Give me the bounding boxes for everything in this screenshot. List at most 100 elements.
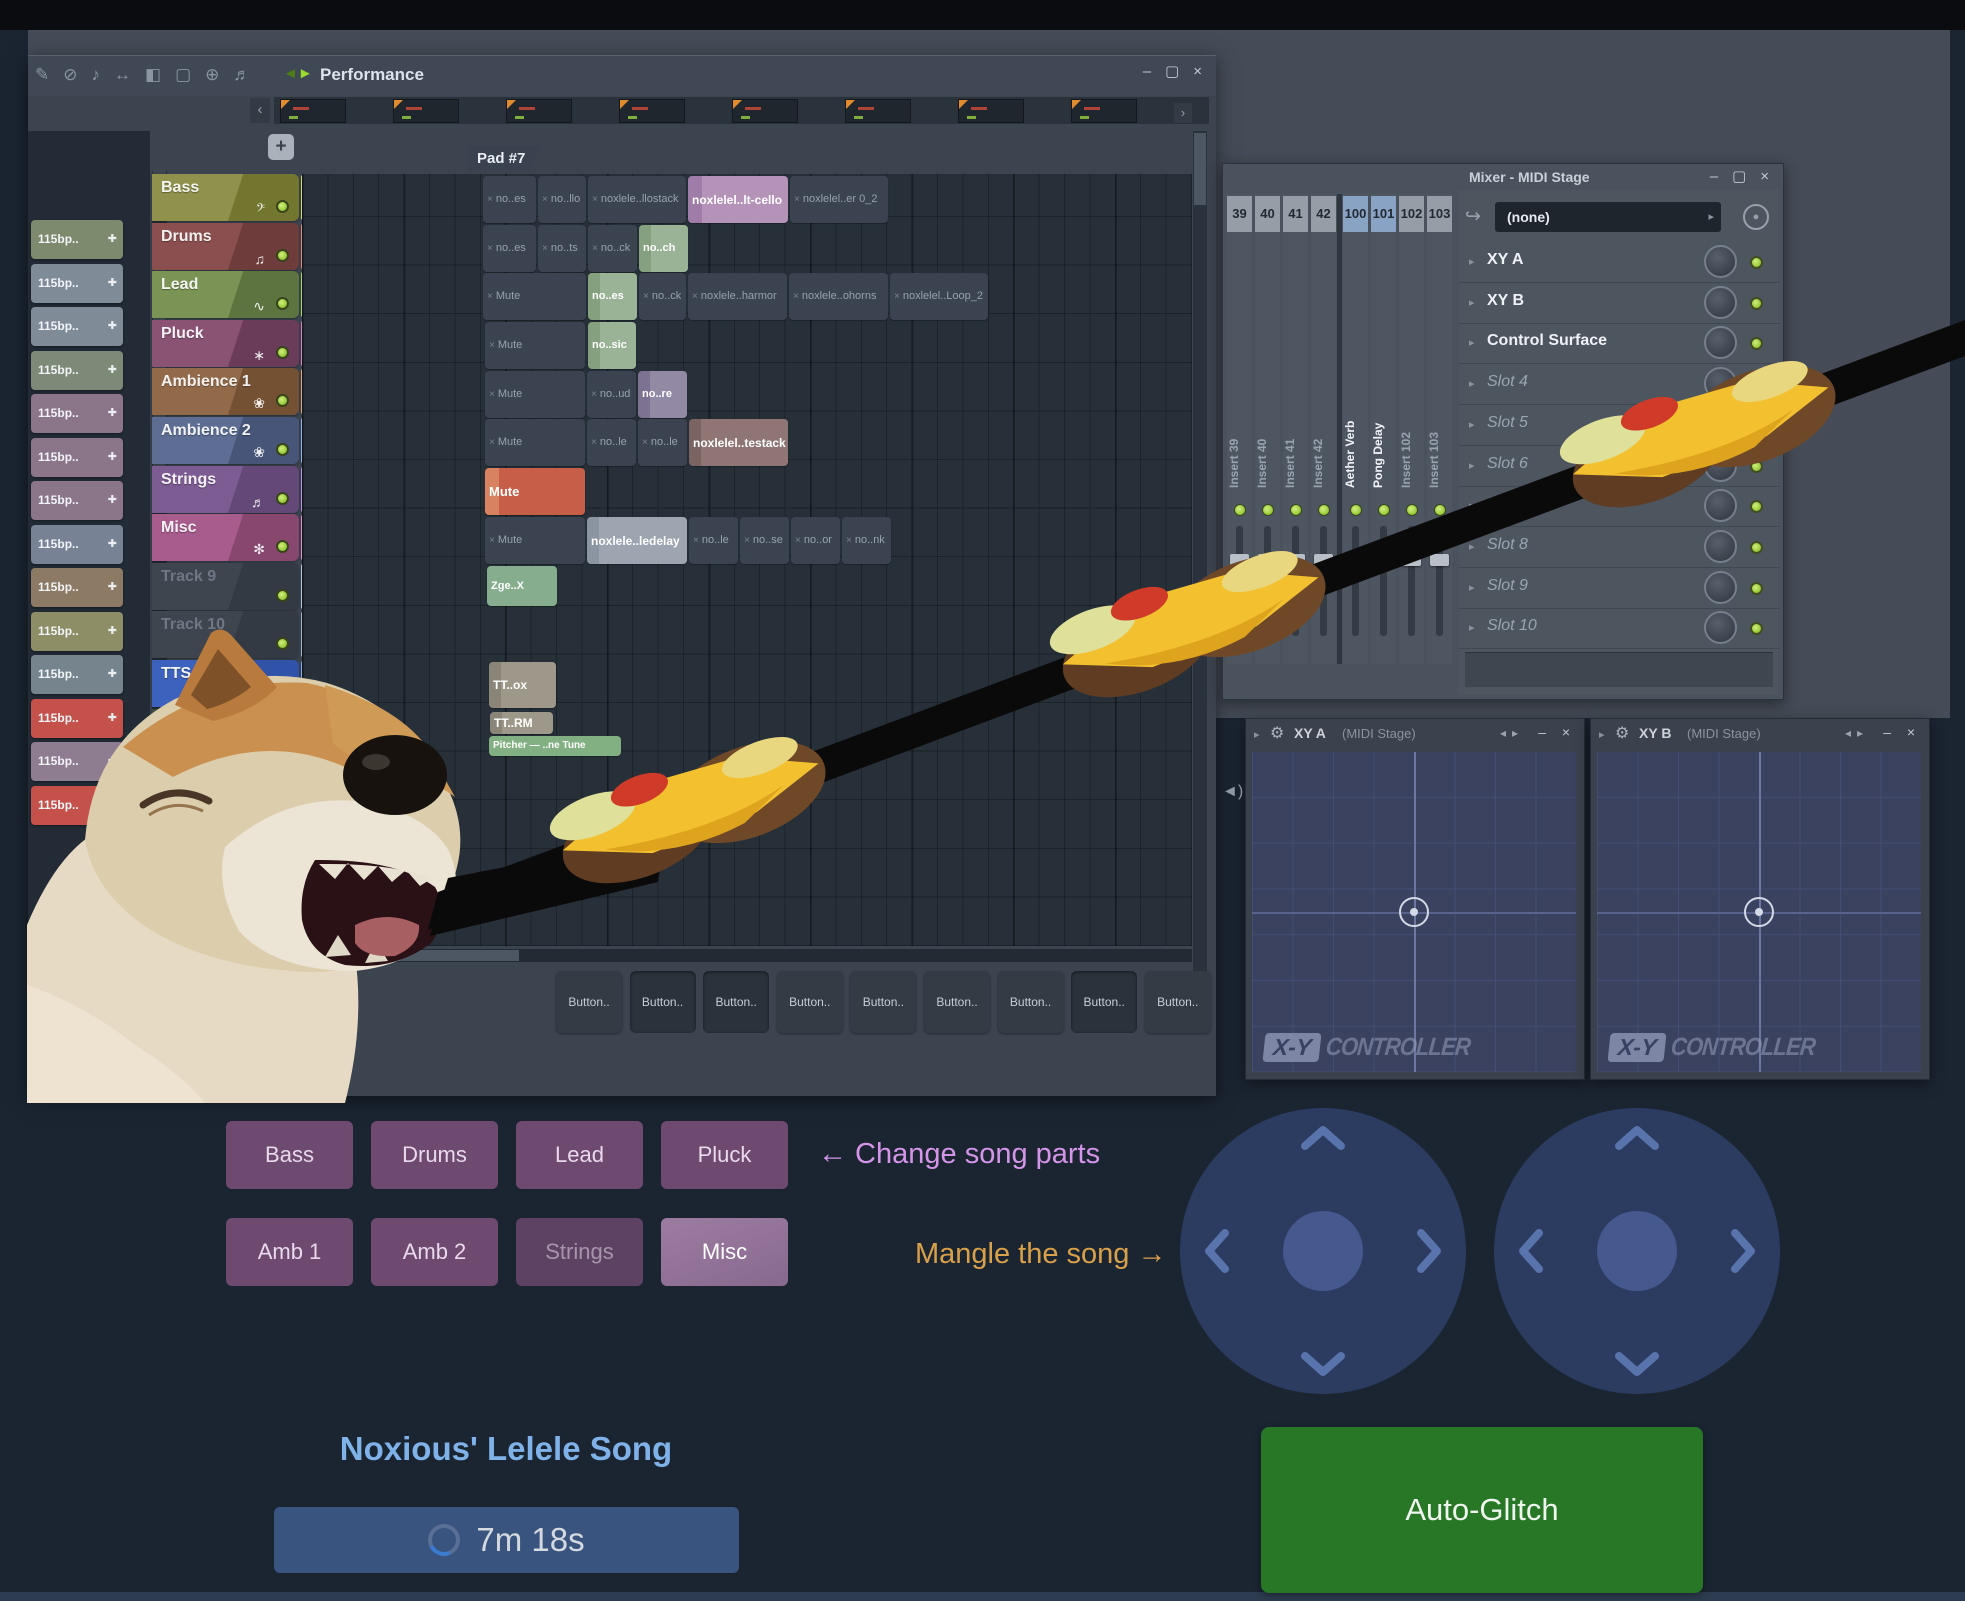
part-button-lead[interactable]: Lead	[516, 1121, 643, 1189]
track-mute-led[interactable]	[276, 443, 289, 456]
close-icon[interactable]: ×	[1193, 63, 1204, 80]
fl-button[interactable]: Button..	[1071, 971, 1137, 1033]
fader-handle[interactable]	[1430, 554, 1449, 566]
fl-button[interactable]: Button..	[998, 971, 1064, 1033]
strip-fader[interactable]	[1236, 526, 1243, 636]
slot-knob[interactable]	[1704, 489, 1737, 522]
pattern-thumbnail[interactable]	[732, 99, 798, 123]
sample-item[interactable]: 115bp..✚	[31, 307, 123, 346]
assign-icon[interactable]: ↪	[1465, 205, 1481, 228]
chevron-left-icon[interactable]	[1517, 1229, 1543, 1273]
chevron-right-icon[interactable]	[1417, 1229, 1443, 1273]
track-header-ambience-1[interactable]: Ambience 1❀	[152, 368, 299, 415]
sample-item[interactable]: 115bp..✚	[31, 525, 123, 564]
pattern-nav-right-icon[interactable]: ›	[1174, 103, 1192, 123]
pattern-thumbnail[interactable]	[958, 99, 1024, 123]
part-button-strings[interactable]: Strings	[516, 1218, 643, 1286]
strip-fader[interactable]	[1320, 526, 1327, 636]
pattern-thumbnail[interactable]	[845, 99, 911, 123]
fl-button[interactable]: Button..	[850, 971, 916, 1033]
pattern-thumbnail[interactable]	[506, 99, 572, 123]
pattern-thumbnail[interactable]	[1071, 99, 1137, 123]
sample-item[interactable]: 115bp..✚	[31, 786, 123, 825]
slot-knob[interactable]	[1704, 286, 1737, 319]
track-header-bass[interactable]: Bass𝄢	[152, 174, 299, 221]
draw-icon[interactable]: ✎	[35, 65, 49, 85]
strip-led[interactable]	[1262, 504, 1274, 516]
fader-handle[interactable]	[1314, 554, 1333, 566]
track-mute-led[interactable]	[276, 492, 289, 505]
strip-led[interactable]	[1290, 504, 1302, 516]
pattern-thumbnail[interactable]	[280, 99, 346, 123]
minimize-icon[interactable]: –	[1710, 168, 1720, 185]
track-mute-led[interactable]	[276, 297, 289, 310]
strip-fader[interactable]	[1436, 526, 1443, 636]
xy-crosshair[interactable]	[1399, 897, 1429, 927]
track-header-track-10[interactable]: Track 10	[152, 611, 299, 658]
gear-icon[interactable]: ⚙	[1270, 723, 1284, 743]
mixer-strip-101[interactable]: 101Pong Delay	[1371, 194, 1396, 664]
track-header-lead[interactable]: Lead∿	[152, 271, 299, 318]
mixer-strip-39[interactable]: 39Insert 39	[1227, 194, 1252, 664]
slot-led[interactable]	[1750, 500, 1763, 513]
strip-fader[interactable]	[1380, 526, 1387, 636]
dpad-right[interactable]	[1494, 1108, 1780, 1394]
pattern-nav-left-icon[interactable]: ‹	[250, 98, 270, 123]
sample-item[interactable]: 115bp..✚	[31, 568, 123, 607]
scrollbar-thumb[interactable]	[1194, 133, 1206, 205]
strip-led[interactable]	[1234, 504, 1246, 516]
fl-button[interactable]: Button..	[1145, 971, 1211, 1033]
dpad-center-knob[interactable]	[1283, 1211, 1363, 1291]
sample-item[interactable]: 115bp..✚	[31, 394, 123, 433]
mixer-strip-41[interactable]: 41Insert 41	[1283, 194, 1308, 664]
track-header-track-9[interactable]: Track 9	[152, 563, 299, 610]
mixer-slot-9[interactable]: ▸Slot 9	[1459, 568, 1779, 609]
strip-fader[interactable]	[1264, 526, 1271, 636]
fader-handle[interactable]	[1286, 554, 1305, 566]
track-mute-led[interactable]	[276, 735, 289, 748]
track-mute-led[interactable]	[276, 589, 289, 602]
panel-nav-icons[interactable]: ◂▸	[1845, 726, 1869, 740]
sample-item[interactable]: 115bp..✚	[31, 612, 123, 651]
part-button-amb-2[interactable]: Amb 2	[371, 1218, 498, 1286]
mixer-strip-103[interactable]: 103Insert 103	[1427, 194, 1452, 664]
track-mute-led[interactable]	[276, 346, 289, 359]
speaker-icon[interactable]: ◄)	[1222, 783, 1243, 801]
mixer-slot-5[interactable]: ▸Slot 5	[1459, 405, 1779, 446]
slot-led[interactable]	[1750, 582, 1763, 595]
slot-led[interactable]	[1750, 256, 1763, 269]
mixer-slot-7[interactable]: ▸Slot 7	[1459, 486, 1779, 527]
mixer-slot-3[interactable]: ▸Control Surface	[1459, 323, 1779, 364]
track-mute-led[interactable]	[276, 394, 289, 407]
xy-b-pad[interactable]: X-YCONTROLLER	[1597, 752, 1921, 1072]
track-mute-led[interactable]	[276, 200, 289, 213]
track-mute-led[interactable]	[276, 686, 289, 699]
mixer-slot-8[interactable]: ▸Slot 8	[1459, 527, 1779, 568]
strip-led[interactable]	[1350, 504, 1362, 516]
auto-glitch-button[interactable]: Auto-Glitch	[1261, 1427, 1703, 1593]
strip-fader[interactable]	[1292, 526, 1299, 636]
slot-knob[interactable]	[1704, 245, 1737, 278]
track-header-strings[interactable]: Strings♬	[152, 466, 299, 513]
sample-item[interactable]: 115bp..✚	[31, 220, 123, 259]
maximize-icon[interactable]: ▢	[1732, 168, 1748, 185]
source-dropdown[interactable]: (none) ▸	[1495, 202, 1721, 232]
slot-led[interactable]	[1750, 419, 1763, 432]
collapse-icon[interactable]: ▲	[237, 690, 247, 701]
slip-icon[interactable]: ⊘	[63, 65, 77, 85]
close-icon[interactable]: ×	[1562, 724, 1570, 740]
part-button-pluck[interactable]: Pluck	[661, 1121, 788, 1189]
chevron-down-icon[interactable]	[1301, 1352, 1345, 1378]
mixer-strip-40[interactable]: 40Insert 40	[1255, 194, 1280, 664]
strip-led[interactable]	[1378, 504, 1390, 516]
clock-icon[interactable]: ●	[1743, 204, 1769, 230]
fl-button[interactable]: Button..	[924, 971, 990, 1033]
chevron-down-icon[interactable]	[1615, 1352, 1659, 1378]
playlist-hscrollbar[interactable]	[302, 949, 1192, 962]
chevron-up-icon[interactable]	[1301, 1124, 1345, 1150]
slot-led[interactable]	[1750, 460, 1763, 473]
dpad-center-knob[interactable]	[1597, 1211, 1677, 1291]
xy-a-pad[interactable]: X-YCONTROLLER	[1252, 752, 1576, 1072]
slot-knob[interactable]	[1704, 530, 1737, 563]
sample-item[interactable]: 115bp..✚	[31, 481, 123, 520]
